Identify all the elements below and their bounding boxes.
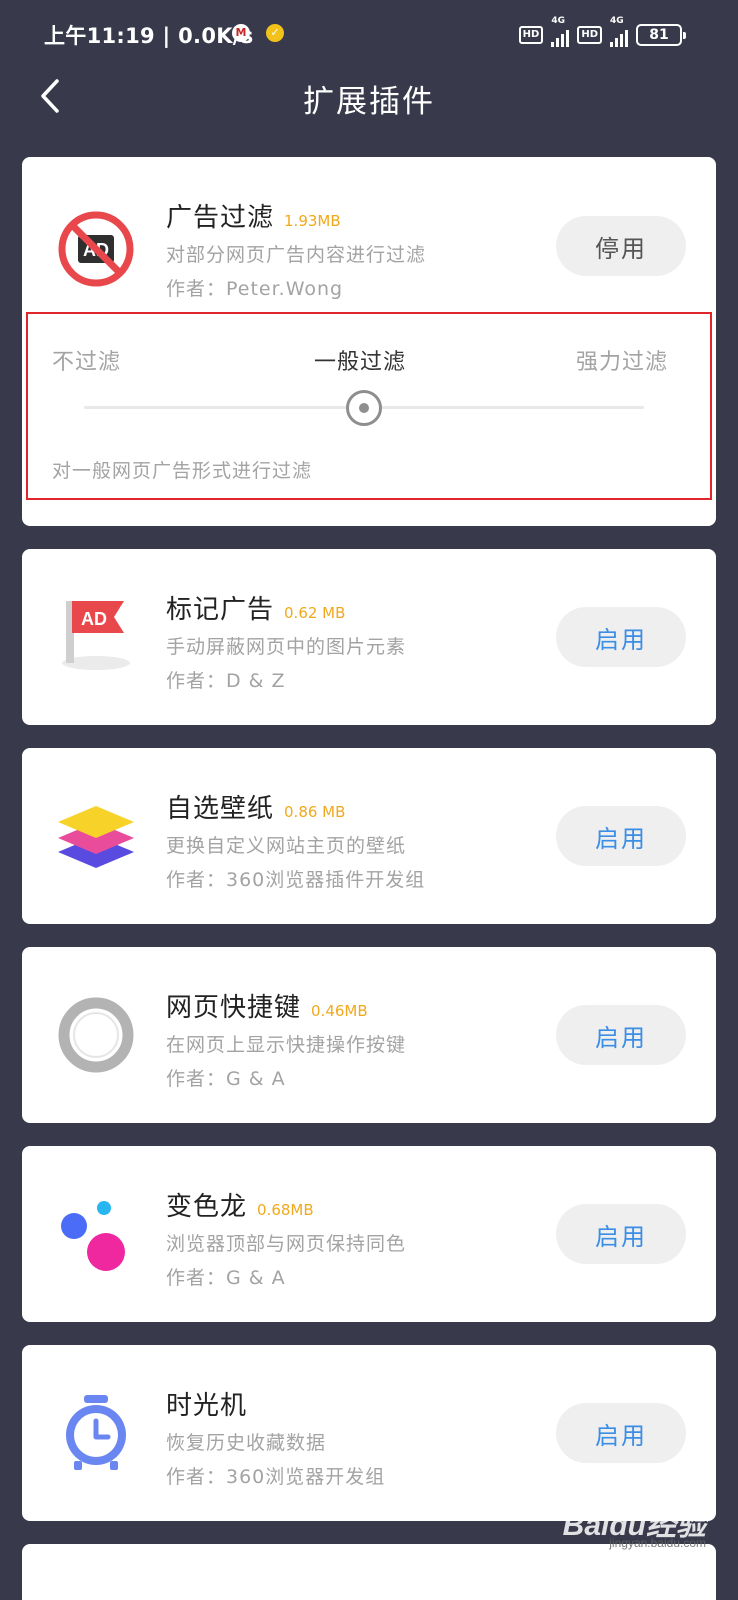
plugin-author: 作者：D & Z xyxy=(166,670,286,692)
plugin-name: 自选壁纸 0.86 MB xyxy=(166,794,346,824)
plugin-card-time-machine: 时光机 恢复历史收藏数据 作者：360浏览器开发组 启用 xyxy=(22,1345,716,1521)
plugin-card-chameleon: 变色龙 0.68MB 浏览器顶部与网页保持同色 作者：G & A 启用 xyxy=(22,1146,716,1322)
plugin-description: 浏览器顶部与网页保持同色 xyxy=(166,1233,407,1255)
watermark-url: jingyan.baidu.com xyxy=(609,1536,706,1550)
filter-description: 对一般网页广告形式进行过滤 xyxy=(52,460,313,482)
hd-badge: HD xyxy=(577,25,602,44)
plugin-name: 广告过滤 1.93MB xyxy=(166,203,341,233)
filter-option-strong[interactable]: 强力过滤 xyxy=(576,344,668,376)
plugin-size: 0.68MB xyxy=(257,1201,314,1219)
signal-icon: 4G xyxy=(551,16,570,47)
signal-icon: 4G xyxy=(610,16,628,47)
status-time: 上午11:19 | 0.0K/s xyxy=(44,24,254,48)
baidu-watermark: Baidu经验 jingyan.baidu.com xyxy=(563,1500,706,1550)
color-dots-icon xyxy=(61,1201,125,1271)
plugin-description: 对部分网页广告内容进行过滤 xyxy=(166,244,427,266)
plugin-name: 标记广告 0.62 MB xyxy=(166,595,346,625)
plugin-name: 变色龙 0.68MB xyxy=(166,1192,314,1222)
plugin-description: 手动屏蔽网页中的图片元素 xyxy=(166,636,407,658)
enable-button[interactable]: 启用 xyxy=(556,607,686,667)
page-title: 扩展插件 xyxy=(303,84,435,120)
plugin-description: 恢复历史收藏数据 xyxy=(166,1432,327,1454)
filter-option-none[interactable]: 不过滤 xyxy=(52,344,121,376)
enable-button[interactable]: 启用 xyxy=(556,1005,686,1065)
enable-button[interactable]: 启用 xyxy=(556,1403,686,1463)
plugin-card-partial xyxy=(22,1544,716,1600)
plugin-description: 更换自定义网站主页的壁纸 xyxy=(166,835,407,857)
battery-level: 81 xyxy=(649,26,669,43)
plugin-size: 0.46MB xyxy=(311,1002,368,1020)
app-notification-icon: M xyxy=(232,24,250,42)
plugin-description: 在网页上显示快捷操作按键 xyxy=(166,1034,407,1056)
filter-level-panel: 不过滤 一般过滤 强力过滤 对一般网页广告形式进行过滤 xyxy=(26,312,712,500)
filter-slider-thumb[interactable] xyxy=(346,390,382,426)
alarm-clock-icon xyxy=(66,1395,126,1470)
plugin-author: 作者：360浏览器插件开发组 xyxy=(166,869,426,891)
plugin-size: 1.93MB xyxy=(284,212,341,230)
disable-button[interactable]: 停用 xyxy=(556,216,686,276)
plugin-name: 时光机 xyxy=(166,1391,248,1421)
plugin-card-wallpaper: 自选壁纸 0.86 MB 更换自定义网站主页的壁纸 作者：360浏览器插件开发组 … xyxy=(22,748,716,924)
hd-badge: HD xyxy=(518,25,544,44)
battery-icon: 81 xyxy=(636,23,686,46)
plugin-card-mark-ad: AD 标记广告 0.62 MB 手动屏蔽网页中的图片元素 作者：D & Z 启用 xyxy=(22,549,716,725)
enable-button[interactable]: 启用 xyxy=(556,1204,686,1264)
status-bar: 上午11:19 | 0.0K/s M ✓ HD 4G HD 4G 81 xyxy=(0,0,738,66)
plugin-author: 作者：Peter.Wong xyxy=(166,278,344,300)
check-notification-icon: ✓ xyxy=(266,24,284,42)
plugin-author: 作者：360浏览器开发组 xyxy=(166,1466,386,1488)
plugin-author: 作者：G & A xyxy=(166,1068,286,1090)
filter-option-normal[interactable]: 一般过滤 xyxy=(314,344,406,376)
header: 扩展插件 xyxy=(0,66,738,128)
ad-block-icon: AD xyxy=(58,211,134,287)
svg-text:AD: AD xyxy=(81,609,107,629)
enable-button[interactable]: 启用 xyxy=(556,806,686,866)
plugin-size: 0.62 MB xyxy=(284,604,346,622)
plugin-size: 0.86 MB xyxy=(284,803,346,821)
status-indicators: HD 4G HD 4G 81 xyxy=(518,16,686,47)
plugin-author: 作者：G & A xyxy=(166,1267,286,1289)
ad-flag-icon: AD xyxy=(62,601,130,670)
plugin-name: 网页快捷键 0.46MB xyxy=(166,993,368,1023)
ring-icon xyxy=(58,997,134,1073)
plugin-card-shortcut: 网页快捷键 0.46MB 在网页上显示快捷操作按键 作者：G & A 启用 xyxy=(22,947,716,1123)
layers-icon xyxy=(58,806,134,868)
